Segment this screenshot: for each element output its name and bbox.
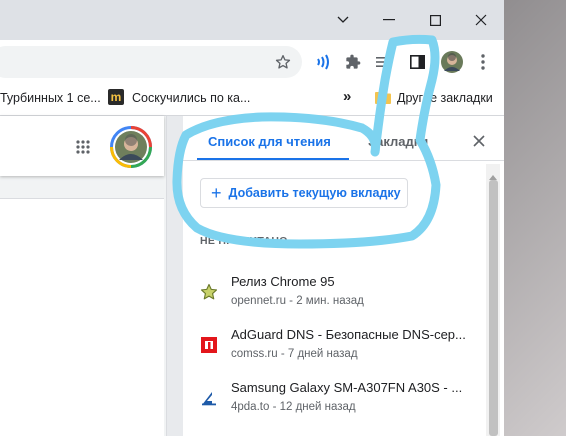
chevron-double-right-icon: » (343, 88, 352, 105)
reading-list-icon (376, 57, 390, 67)
panel-resize-divider[interactable] (166, 116, 183, 436)
page-header (0, 116, 164, 176)
item-title: Релиз Chrome 95 (231, 274, 335, 289)
plus-icon: + (211, 183, 222, 203)
apps-button[interactable] (76, 140, 90, 159)
bookmark-label: Соскучились по ка... (132, 91, 251, 105)
reading-list-item[interactable]: Релиз Chrome 95 opennet.ru - 2 мин. наза… (183, 269, 483, 323)
avatar (110, 126, 152, 168)
star-favicon-icon (200, 283, 218, 300)
tab-bookmarks[interactable]: Закладки (368, 134, 428, 149)
reading-list-item[interactable]: AdGuard DNS - Безопасные DNS-сер... coms… (183, 322, 483, 376)
more-icon (481, 54, 485, 70)
4pda-favicon-icon (202, 392, 216, 406)
extensions-button[interactable] (342, 51, 364, 73)
close-icon (475, 14, 487, 26)
reading-list-item[interactable]: Samsung Galaxy SM-A307FN A30S - ... 4pda… (183, 375, 483, 429)
bookmark-label: Другие закладки (397, 91, 493, 105)
profile-button[interactable] (440, 50, 464, 74)
toolbar (0, 40, 504, 83)
add-button-label: Добавить текущую вкладку (228, 186, 401, 200)
tabs-divider (183, 160, 504, 161)
browser-window: Турбинных 1 се... m Соскучились по ка...… (0, 0, 504, 436)
side-panel-button[interactable] (406, 51, 428, 73)
content-area: Список для чтения Закладки + Добавить те… (0, 116, 504, 436)
item-subtitle: 4pda.to - 12 дней назад (231, 401, 356, 413)
web-page (0, 116, 166, 436)
close-icon (473, 135, 485, 147)
bookmark-label: Турбинных 1 се... (0, 91, 101, 105)
side-panel-icon (409, 55, 425, 69)
item-subtitle: comss.ru - 7 дней назад (231, 348, 358, 360)
tab-label: Список для чтения (208, 134, 331, 149)
star-icon (275, 55, 291, 69)
bookmarks-bar: Турбинных 1 се... m Соскучились по ка...… (0, 83, 504, 116)
bookmark-item-1[interactable]: Турбинных 1 се... (0, 91, 101, 105)
bookmark-star-button[interactable] (272, 51, 294, 73)
comss-favicon-icon (201, 337, 217, 353)
scrollbar-thumb[interactable] (489, 180, 498, 436)
item-subtitle: opennet.ru - 2 мин. назад (231, 295, 364, 307)
reading-list-button[interactable] (372, 51, 394, 73)
maximize-icon (429, 14, 441, 26)
address-bar[interactable] (0, 46, 302, 78)
yandex-voice-icon (317, 54, 329, 70)
title-bar (0, 0, 504, 40)
add-current-tab-button[interactable]: + Добавить текущую вкладку (200, 178, 408, 208)
page-body (0, 198, 164, 436)
m-favicon-icon: m (108, 89, 124, 105)
more-menu-button[interactable] (472, 51, 494, 73)
folder-icon (375, 92, 391, 104)
google-account-avatar[interactable] (110, 126, 152, 173)
tab-reading-list[interactable]: Список для чтения (208, 134, 331, 149)
tab-label: Закладки (368, 134, 429, 149)
chevron-down-icon (337, 16, 349, 23)
puzzle-icon (346, 54, 361, 69)
close-panel-button[interactable] (473, 134, 485, 152)
other-bookmarks-folder[interactable]: Другие закладки (375, 91, 493, 105)
close-window-button[interactable] (464, 6, 498, 34)
yandex-voice-button[interactable] (312, 51, 334, 73)
item-title: Samsung Galaxy SM-A307FN A30S - ... (231, 380, 463, 395)
tab-search-button[interactable] (326, 6, 360, 34)
section-header-unread: НЕ ПРОЧИТАНО (200, 235, 288, 247)
item-title: AdGuard DNS - Безопасные DNS-сер... (231, 327, 466, 342)
minimize-button[interactable] (372, 6, 406, 34)
bookmark-item-2[interactable]: m Соскучились по ка... (108, 89, 251, 105)
minimize-icon (383, 19, 395, 21)
maximize-button[interactable] (418, 6, 452, 34)
avatar (441, 51, 463, 73)
side-panel: Список для чтения Закладки + Добавить те… (183, 116, 504, 436)
bookmarks-overflow-button[interactable]: » (343, 88, 351, 105)
apps-grid-icon (76, 140, 90, 154)
